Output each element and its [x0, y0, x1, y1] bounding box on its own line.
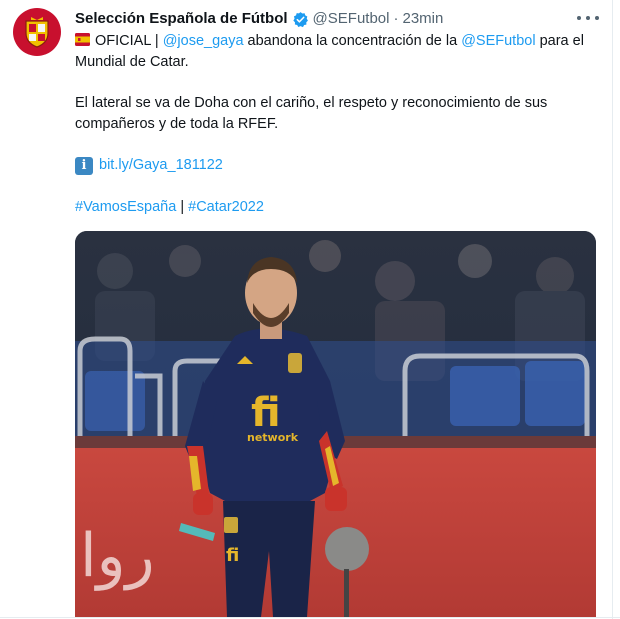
- tweet-text-paragraph-2: El lateral se va de Doha con el cariño, …: [75, 95, 548, 132]
- mention-sefutbol[interactable]: @SEFutbol: [461, 33, 535, 49]
- external-link[interactable]: bit.ly/Gaya_181122: [99, 155, 223, 176]
- boom-microphone: [325, 527, 369, 571]
- more-options-icon[interactable]: [577, 8, 599, 28]
- tweet-divider: [0, 617, 620, 618]
- hashtag-vamosespana[interactable]: #VamosEspaña: [75, 199, 176, 215]
- tweet-link-row: i bit.ly/Gaya_181122: [75, 155, 600, 176]
- tweet-hashtags: #VamosEspaña | #Catar2022: [75, 197, 600, 218]
- player-photo: ﺭﻭﺍ fi fi network: [75, 231, 596, 617]
- header-separator: ·: [393, 10, 399, 27]
- verified-badge-icon: [292, 11, 309, 28]
- shorts-sponsor-text: fi: [226, 545, 239, 566]
- timeline-border-right: [612, 0, 613, 619]
- rfef-crest-icon: [25, 17, 49, 48]
- tweet-header: Selección Española de Fútbol @SEFutbol ·…: [75, 10, 443, 28]
- tweet-timestamp[interactable]: 23min: [402, 10, 443, 28]
- display-name[interactable]: Selección Española de Fútbol: [75, 10, 288, 28]
- information-icon: i: [75, 156, 93, 175]
- user-handle[interactable]: @SEFutbol: [313, 10, 390, 28]
- tweet-text-paragraph-1: OFICIAL | @jose_gaya abandona la concent…: [75, 31, 600, 73]
- text-abandona: abandona la concentración de la: [243, 33, 462, 49]
- mention-jose-gaya[interactable]: @jose_gaya: [163, 33, 244, 49]
- shirt-sponsor-subtext: network: [247, 431, 299, 444]
- hashtag-catar2022[interactable]: #Catar2022: [188, 199, 264, 215]
- board-lettering: ﺭﻭﺍ: [80, 521, 155, 591]
- shirt-sponsor-text: fi: [251, 390, 281, 436]
- tweet-media-photo[interactable]: ﺭﻭﺍ fi fi network: [75, 231, 596, 617]
- profile-avatar[interactable]: [13, 8, 61, 56]
- text-oficial: OFICIAL |: [95, 33, 163, 49]
- spain-flag-icon: [75, 32, 90, 46]
- hashtag-separator: |: [176, 199, 189, 215]
